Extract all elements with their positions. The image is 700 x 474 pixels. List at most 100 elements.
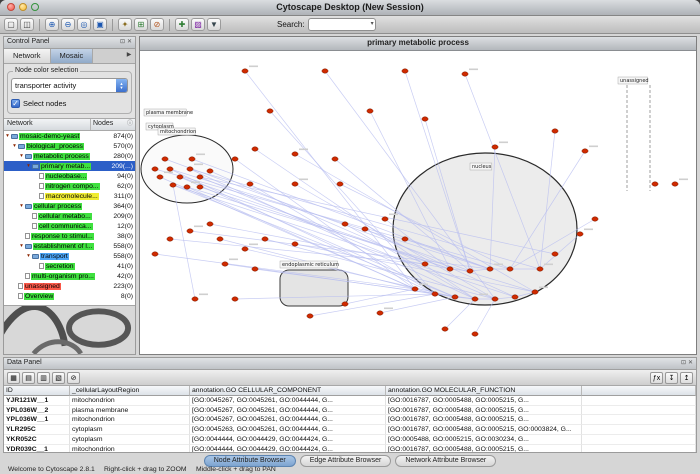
table-cell[interactable]: cytoplasm xyxy=(70,435,190,445)
overview-thumbnail[interactable] xyxy=(4,305,135,354)
table-cell[interactable] xyxy=(582,435,696,445)
match-attribute-icon[interactable]: ▧ xyxy=(52,372,65,384)
tree-row[interactable]: unassigned223(0) xyxy=(4,281,135,291)
expand-arrow-icon[interactable]: ▾ xyxy=(18,203,25,209)
tree-row[interactable]: macromolecule...311(0) xyxy=(4,191,135,201)
table-cell[interactable]: [GO:0016787, GO:0005488, GO:0005215, GO:… xyxy=(386,425,582,435)
table-cell[interactable]: YLR295C xyxy=(4,425,70,435)
tree-row[interactable]: ▾mosaic-demo-yeast874(0) xyxy=(4,131,135,141)
tree-options-icon[interactable]: ⓘ xyxy=(125,119,135,130)
table-cell[interactable]: YKR052C xyxy=(4,435,70,445)
select-attributes-icon[interactable]: ▦ xyxy=(7,372,20,384)
tree-row[interactable]: ▾primary metab...209(...) xyxy=(4,161,135,171)
expand-arrow-icon[interactable]: ▾ xyxy=(11,143,18,149)
hide-selected-icon[interactable]: ⊘ xyxy=(150,18,164,31)
tree-row[interactable]: multi-organism pro...42(0) xyxy=(4,271,135,281)
filter-icon[interactable]: ▼ xyxy=(207,18,221,31)
window-titlebar[interactable]: Cytoscape Desktop (New Session) xyxy=(0,0,700,16)
export-attributes-icon[interactable]: ↥ xyxy=(680,372,693,384)
table-cell[interactable]: [GO:0005488, GO:0005215, GO:0030234, G..… xyxy=(386,435,582,445)
tab-mosaic[interactable]: Mosaic xyxy=(51,49,94,63)
expand-arrow-icon[interactable]: ▾ xyxy=(25,253,32,259)
select-nodes-checkbox[interactable]: ✓ Select nodes xyxy=(11,99,128,108)
tree-row[interactable]: response to stimul...38(0) xyxy=(4,231,135,241)
tree-row[interactable]: ▾establishment of l...558(0) xyxy=(4,241,135,251)
float-panel-icon[interactable]: ⊡ xyxy=(681,358,686,369)
trash-icon[interactable]: ⊘ xyxy=(67,372,80,384)
table-cell[interactable]: plasma membrane xyxy=(70,406,190,416)
table-cell[interactable]: YDR039C__1 xyxy=(4,445,70,452)
zoom-fit-icon[interactable]: ▣ xyxy=(93,18,107,31)
formula-builder-icon[interactable]: ƒx xyxy=(650,372,663,384)
vizmapper-icon[interactable]: ▨ xyxy=(191,18,205,31)
tab-network-attribute-browser[interactable]: Network Attribute Browser xyxy=(395,455,496,467)
table-cell[interactable]: cytoplasm xyxy=(70,425,190,435)
table-header-cell[interactable]: ID xyxy=(4,386,70,396)
network-view-title[interactable]: primary metabolic process xyxy=(140,37,696,51)
table-cell[interactable] xyxy=(582,406,696,416)
table-cell[interactable]: [GO:0016787, GO:0005488, GO:0005215, G..… xyxy=(386,415,582,425)
table-cell[interactable] xyxy=(582,396,696,406)
table-cell[interactable] xyxy=(582,445,696,452)
checkbox-check-icon[interactable]: ✓ xyxy=(11,99,20,108)
tab-network[interactable]: Network xyxy=(4,49,51,63)
delete-attribute-icon[interactable]: ▥ xyxy=(37,372,50,384)
table-cell[interactable]: [GO:0016787, GO:0005488, GO:0005215, G..… xyxy=(386,406,582,416)
save-icon[interactable]: ◫ xyxy=(20,18,34,31)
search-input[interactable]: ▾ xyxy=(308,18,376,31)
close-panel-icon[interactable]: ✕ xyxy=(127,37,132,48)
tree-row[interactable]: ▾metabolic process280(0) xyxy=(4,151,135,161)
tree-row[interactable]: ▾biological_process570(0) xyxy=(4,141,135,151)
table-cell[interactable]: YPL036W__2 xyxy=(4,406,70,416)
tree-column-nodes[interactable]: Nodes xyxy=(91,119,125,130)
tree-row[interactable]: Overview8(0) xyxy=(4,291,135,301)
table-cell[interactable]: [GO:0045263, GO:0045261, GO:0044444, G..… xyxy=(190,425,386,435)
snapshot-icon[interactable]: ✦ xyxy=(118,18,132,31)
tree-column-network[interactable]: Network xyxy=(4,119,91,130)
import-attributes-icon[interactable]: ↧ xyxy=(665,372,678,384)
tab-scroll-right-icon[interactable]: ▶ xyxy=(123,49,135,63)
expand-arrow-icon[interactable]: ▾ xyxy=(18,243,25,249)
chevron-down-icon[interactable]: ▾ xyxy=(371,19,374,30)
float-panel-icon[interactable]: ⊡ xyxy=(120,37,125,48)
tree-row[interactable]: cellular metabo...209(0) xyxy=(4,211,135,221)
tree-row[interactable]: nitrogen compo...62(0) xyxy=(4,181,135,191)
table-cell[interactable] xyxy=(582,415,696,425)
expand-arrow-icon[interactable]: ▾ xyxy=(4,133,11,139)
tree-row[interactable]: cell communica...12(0) xyxy=(4,221,135,231)
table-cell[interactable]: YPL036W__1 xyxy=(4,415,70,425)
table-cell[interactable]: [GO:0045267, GO:0045261, GO:0044444, G..… xyxy=(190,415,386,425)
annotation-add-icon[interactable]: ✚ xyxy=(175,18,189,31)
table-header-cell[interactable]: _cellularLayoutRegion xyxy=(70,386,190,396)
table-cell[interactable] xyxy=(582,425,696,435)
table-cell[interactable]: [GO:0044444, GO:0044429, GO:0044424, G..… xyxy=(190,435,386,445)
tree-row[interactable]: ▾cellular process364(0) xyxy=(4,201,135,211)
table-header-cell[interactable]: annotation.GO CELLULAR_COMPONENT xyxy=(190,386,386,396)
new-attribute-icon[interactable]: ▤ xyxy=(22,372,35,384)
zoom-in-icon[interactable]: ⊕ xyxy=(45,18,59,31)
expand-arrow-icon[interactable]: ▾ xyxy=(18,153,25,159)
tree-row[interactable]: nucleobase...94(0) xyxy=(4,171,135,181)
table-header-cell[interactable] xyxy=(582,386,696,396)
table-cell[interactable]: mitochondrion xyxy=(70,415,190,425)
table-cell[interactable]: [GO:0045267, GO:0045261, GO:0044444, G..… xyxy=(190,396,386,406)
table-cell[interactable]: [GO:0045267, GO:0045261, GO:0044444, G..… xyxy=(190,406,386,416)
table-cell[interactable]: mitochondrion xyxy=(70,396,190,406)
new-document-icon[interactable]: ▢ xyxy=(4,18,18,31)
table-cell[interactable]: [GO:0044444, GO:0044429, GO:0044424, G..… xyxy=(190,445,386,452)
network-canvas[interactable]: plasma membranecytoplasmmitochondrionnuc… xyxy=(140,51,696,355)
table-header-cell[interactable]: annotation.GO MOLECULAR_FUNCTION xyxy=(386,386,582,396)
table-cell[interactable]: [GO:0016787, GO:0005488, GO:0005215, G..… xyxy=(386,396,582,406)
dropdown-arrows-icon[interactable]: ▲▼ xyxy=(116,79,127,92)
table-cell[interactable]: [GO:0016787, GO:0005488, GO:0005215, G..… xyxy=(386,445,582,452)
zoom-selected-icon[interactable]: ◎ xyxy=(77,18,91,31)
close-panel-icon[interactable]: ✕ xyxy=(688,358,693,369)
tree-row[interactable]: ▾transport558(0) xyxy=(4,251,135,261)
zoom-out-icon[interactable]: ⊖ xyxy=(61,18,75,31)
table-cell[interactable]: YJR121W__1 xyxy=(4,396,70,406)
node-color-dropdown[interactable]: transporter activity ▲▼ xyxy=(11,78,128,93)
tree-row[interactable]: secretion41(0) xyxy=(4,261,135,271)
tab-edge-attribute-browser[interactable]: Edge Attribute Browser xyxy=(300,455,392,467)
expand-arrow-icon[interactable]: ▾ xyxy=(25,163,32,169)
network-from-selection-icon[interactable]: ⊞ xyxy=(134,18,148,31)
